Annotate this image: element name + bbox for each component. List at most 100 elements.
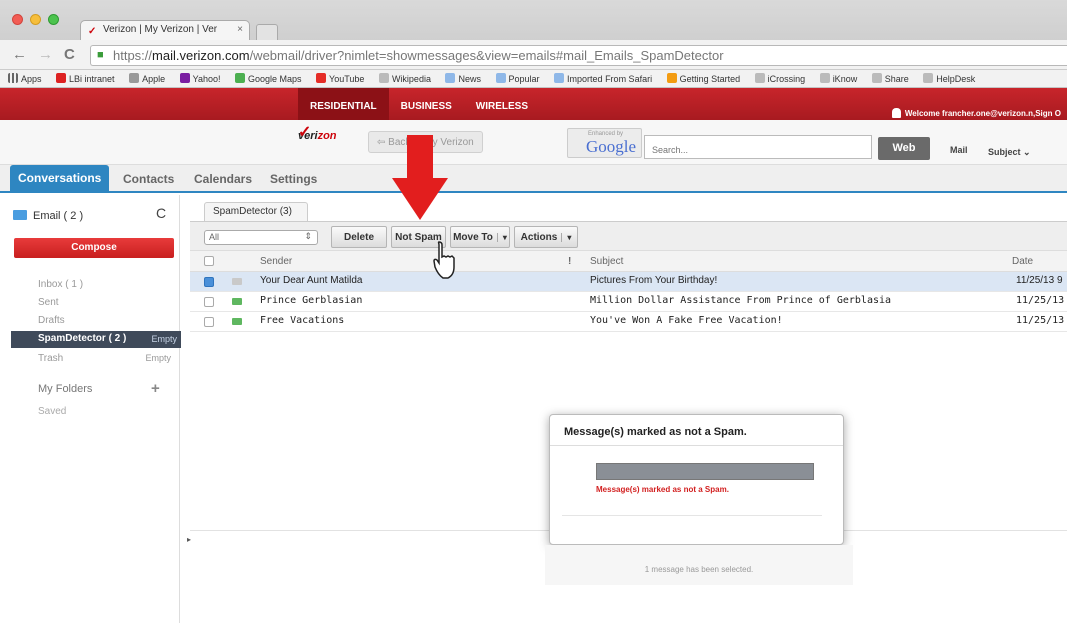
- bookmark-imported[interactable]: Imported From Safari: [554, 73, 652, 84]
- segment-business[interactable]: BUSINESS: [389, 88, 464, 120]
- row-subject: You've Won A Fake Free Vacation!: [590, 315, 783, 326]
- url-scheme: https://: [113, 48, 153, 63]
- bookmark-getting-started[interactable]: Getting Started: [666, 73, 740, 84]
- column-subject[interactable]: Subject: [590, 256, 623, 267]
- window-minimize-button[interactable]: [30, 14, 41, 25]
- row-date: 11/25/13: [1016, 315, 1065, 326]
- column-date[interactable]: Date: [1012, 256, 1033, 267]
- column-sender[interactable]: Sender: [260, 256, 292, 267]
- row-sender: Your Dear Aunt Matilda: [260, 275, 363, 286]
- progress-bar: [596, 463, 814, 480]
- email-account-header[interactable]: Email ( 2 ): [13, 210, 83, 222]
- window-zoom-button[interactable]: [48, 14, 59, 25]
- bookmark-helpdesk[interactable]: HelpDesk: [923, 73, 975, 84]
- folder-drafts[interactable]: Drafts: [38, 315, 65, 326]
- row-checkbox[interactable]: [204, 297, 214, 307]
- reload-icon[interactable]: C: [64, 46, 75, 63]
- main-nav: Conversations Contacts Calendars Setting…: [0, 165, 1067, 193]
- sidebar: Email ( 2 ) C Compose Inbox ( 1 ) Sent D…: [8, 195, 181, 623]
- row-checkbox[interactable]: [204, 277, 214, 287]
- bookmark-lbi-intranet[interactable]: LBi intranet: [56, 73, 115, 84]
- segment-residential[interactable]: RESIDENTIAL: [298, 88, 389, 120]
- page-icon: [819, 73, 830, 83]
- bookmark-icrossing[interactable]: iCrossing: [754, 73, 805, 84]
- bookmark-popular[interactable]: Popular: [495, 73, 540, 84]
- compose-button[interactable]: Compose: [14, 238, 174, 258]
- page-icon: [754, 73, 765, 83]
- row-subject: Million Dollar Assistance From Prince of…: [590, 295, 892, 306]
- bookmark-wikipedia[interactable]: Wikipedia: [378, 73, 431, 84]
- google-logo: Enhanced by Google: [567, 128, 642, 158]
- apple-icon: [129, 73, 140, 83]
- folder-spamdetector[interactable]: SpamDetector ( 2 ) Empty: [11, 331, 181, 348]
- tab-title: Verizon | My Verizon | Ver: [103, 24, 218, 35]
- splitter-handle-icon[interactable]: ▸: [187, 535, 191, 544]
- envelope-icon: [13, 210, 27, 220]
- delete-button[interactable]: Delete: [331, 226, 387, 248]
- mouse-cursor-icon: [433, 241, 455, 279]
- web-search-button[interactable]: Web: [878, 137, 930, 160]
- apps-grid-icon: [8, 73, 18, 83]
- empty-spam-link[interactable]: Empty: [151, 334, 177, 344]
- folder-tab-spamdetector[interactable]: SpamDetector (3): [204, 202, 308, 221]
- mail-search-option[interactable]: Mail: [950, 145, 968, 155]
- bookmark-yahoo[interactable]: Yahoo!: [179, 73, 220, 84]
- bookmark-youtube[interactable]: YouTube: [316, 73, 364, 84]
- table-row[interactable]: Your Dear Aunt Matilda Pictures From You…: [190, 272, 1067, 292]
- new-tab-button[interactable]: [256, 24, 278, 40]
- filter-select[interactable]: All ⇕: [204, 230, 318, 245]
- row-checkbox[interactable]: [204, 317, 214, 327]
- window-close-button[interactable]: [12, 14, 23, 25]
- table-row[interactable]: Prince Gerblasian Million Dollar Assista…: [190, 292, 1067, 312]
- folder-saved[interactable]: Saved: [38, 406, 66, 417]
- folder-icon: [554, 73, 565, 83]
- folder-icon: [445, 73, 456, 83]
- row-sender: Prince Gerblasian: [260, 295, 363, 306]
- add-folder-icon[interactable]: +: [151, 380, 160, 397]
- subject-dropdown[interactable]: Subject ⌄: [988, 147, 1031, 158]
- bookmark-news[interactable]: News: [445, 73, 481, 84]
- bookmark-apple[interactable]: Apple: [129, 73, 165, 84]
- lock-icon: ■: [97, 49, 104, 61]
- bookmark-iknow[interactable]: iKnow: [819, 73, 857, 84]
- row-date: 11/25/13: [1016, 295, 1065, 306]
- bookmark-google-maps[interactable]: Google Maps: [235, 73, 302, 84]
- welcome-text: Welcome francher.one@verizon.n,Sign O: [891, 108, 1061, 118]
- bookmark-apps[interactable]: Apps: [8, 73, 42, 84]
- selection-status: 1 message has been selected.: [545, 545, 853, 585]
- firefox-icon: [666, 73, 677, 83]
- row-date: 11/25/13 9: [1016, 275, 1063, 286]
- actions-button[interactable]: Actions ▾: [514, 226, 578, 248]
- refresh-icon[interactable]: C: [156, 205, 166, 221]
- youtube-icon: [316, 73, 327, 83]
- url-input[interactable]: ■ https://mail.verizon.com/webmail/drive…: [90, 45, 1067, 66]
- folder-trash[interactable]: Trash: [38, 353, 63, 364]
- url-domain: mail.verizon.com: [152, 48, 250, 63]
- envelope-open-icon: [232, 278, 242, 285]
- bookmark-share[interactable]: Share: [871, 73, 909, 84]
- verizon-check-icon: ✓: [298, 124, 312, 141]
- browser-tab[interactable]: ✓ Verizon | My Verizon | Ver ×: [80, 20, 250, 40]
- search-input[interactable]: [644, 135, 872, 159]
- empty-trash-link[interactable]: Empty: [145, 353, 171, 363]
- select-all-checkbox[interactable]: [204, 256, 214, 266]
- notification-dialog: Message(s) marked as not a Spam. Message…: [549, 414, 844, 545]
- verizon-logo[interactable]: ✓ verizon: [298, 124, 337, 142]
- tab-settings[interactable]: Settings: [270, 172, 317, 186]
- address-bar: ← → C ■ https://mail.verizon.com/webmail…: [0, 40, 1067, 70]
- segment-wireless[interactable]: WIRELESS: [464, 88, 540, 120]
- tab-conversations[interactable]: Conversations: [10, 165, 110, 191]
- column-flag[interactable]: !: [568, 256, 571, 267]
- dialog-divider: [550, 445, 843, 446]
- tab-calendars[interactable]: Calendars: [194, 172, 252, 186]
- folder-sent[interactable]: Sent: [38, 297, 59, 308]
- folder-inbox[interactable]: Inbox ( 1 ): [38, 279, 83, 290]
- tab-close-icon[interactable]: ×: [237, 24, 243, 35]
- row-sender: Free Vacations: [260, 315, 345, 326]
- back-arrow-icon[interactable]: ←: [12, 46, 27, 63]
- tab-contacts[interactable]: Contacts: [123, 172, 174, 186]
- segment-nav: RESIDENTIAL BUSINESS WIRELESS: [298, 88, 540, 120]
- verizon-favicon-icon: ✓: [88, 26, 97, 37]
- table-row[interactable]: Free Vacations You've Won A Fake Free Va…: [190, 312, 1067, 332]
- forward-arrow-icon[interactable]: →: [38, 46, 53, 63]
